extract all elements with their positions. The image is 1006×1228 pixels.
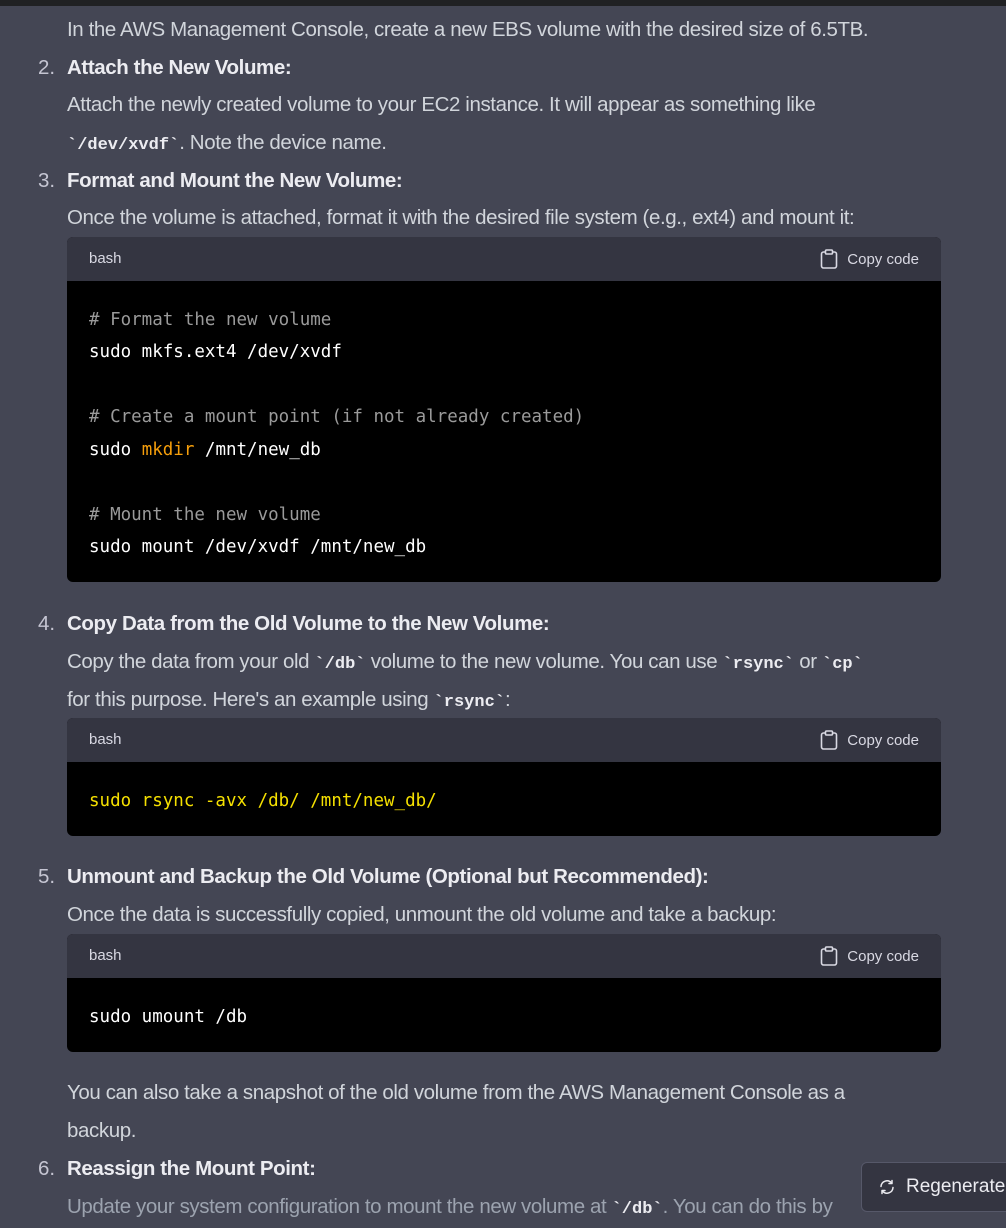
step-3-body: Once the volume is attached, format it w… — [67, 206, 855, 229]
code-language-label: bash — [89, 250, 122, 267]
code-line: sudo mount /dev/xvdf /mnt/new_db — [89, 537, 427, 557]
step-1-body: In the AWS Management Console, create a … — [67, 18, 869, 41]
code-line: # Mount the new volume — [89, 505, 321, 525]
step-3-title: Format and Mount the New Volume: — [67, 169, 403, 192]
code-line: sudo mkdir /mnt/new_db — [89, 440, 321, 460]
step-5-body: Once the data is successfully copied, un… — [67, 903, 777, 926]
copy-code-label: Copy code — [847, 947, 919, 965]
code-block-header: bash Copy code — [67, 934, 941, 978]
inline-code: `/dev/xvdf` — [67, 136, 180, 155]
code-content: sudo rsync -avx /db/ /mnt/new_db/ — [67, 762, 941, 836]
step-5-note: You can also take a snapshot of the old … — [67, 1081, 845, 1104]
code-block: bash Copy code sudo rsync -avx /db/ /mnt… — [67, 718, 941, 836]
step-4-number: 4. — [38, 612, 56, 635]
code-block: bash Copy code # Format the new volume s… — [67, 237, 941, 582]
clipboard-icon — [820, 730, 838, 750]
step-2-number: 2. — [38, 56, 56, 79]
inline-code: `rsync` — [722, 655, 794, 674]
copy-code-button[interactable]: Copy code — [820, 718, 919, 762]
code-line: sudo umount /db — [89, 1007, 248, 1027]
regenerate-label: Regenerate — [906, 1176, 1006, 1197]
step-3-number: 3. — [38, 169, 56, 192]
inline-code: `cp` — [822, 655, 863, 674]
step-5-title: Unmount and Backup the Old Volume (Optio… — [67, 865, 709, 888]
refresh-icon — [880, 1179, 894, 1195]
clipboard-icon — [820, 249, 838, 269]
code-block-header: bash Copy code — [67, 718, 941, 762]
step-5-note-line2: backup. — [67, 1119, 137, 1142]
code-content: # Format the new volume sudo mkfs.ext4 /… — [67, 281, 941, 582]
code-language-label: bash — [89, 731, 122, 748]
clipboard-icon — [820, 946, 838, 966]
copy-code-label: Copy code — [847, 731, 919, 749]
copy-code-button[interactable]: Copy code — [820, 934, 919, 978]
step-2-title: Attach the New Volume: — [67, 56, 292, 79]
code-content: sudo umount /db — [67, 978, 941, 1052]
step-5-number: 5. — [38, 865, 56, 888]
inline-code: `rsync` — [433, 693, 505, 712]
step-2-body-line2: `/dev/xvdf`. Note the device name. — [67, 131, 387, 155]
inline-code: `/db` — [611, 1200, 663, 1219]
step-4-body: Copy the data from your old `/db` volume… — [67, 650, 863, 674]
copy-code-button[interactable]: Copy code — [820, 237, 919, 281]
code-language-label: bash — [89, 947, 122, 964]
code-block: bash Copy code sudo umount /db — [67, 934, 941, 1052]
code-line: sudo rsync -avx /db/ /mnt/new_db/ — [89, 791, 437, 811]
copy-code-label: Copy code — [847, 250, 919, 268]
step-2-body: Attach the newly created volume to your … — [67, 93, 816, 116]
code-line: # Format the new volume — [89, 310, 332, 330]
code-block-header: bash Copy code — [67, 237, 941, 281]
code-line: sudo mkfs.ext4 /dev/xvdf — [89, 342, 342, 362]
step-4-body-line2: for this purpose. Here's an example usin… — [67, 688, 511, 712]
code-line: # Create a mount point (if not already c… — [89, 407, 585, 427]
step-6-title: Reassign the Mount Point: — [67, 1157, 316, 1180]
regenerate-button[interactable]: Regenerate — [861, 1162, 1006, 1212]
step-4-title: Copy Data from the Old Volume to the New… — [67, 612, 550, 635]
step-6-body: Update your system configuration to moun… — [67, 1195, 833, 1219]
step-6-number: 6. — [38, 1157, 56, 1180]
top-bar — [0, 0, 1006, 6]
inline-code: `/db` — [314, 655, 366, 674]
